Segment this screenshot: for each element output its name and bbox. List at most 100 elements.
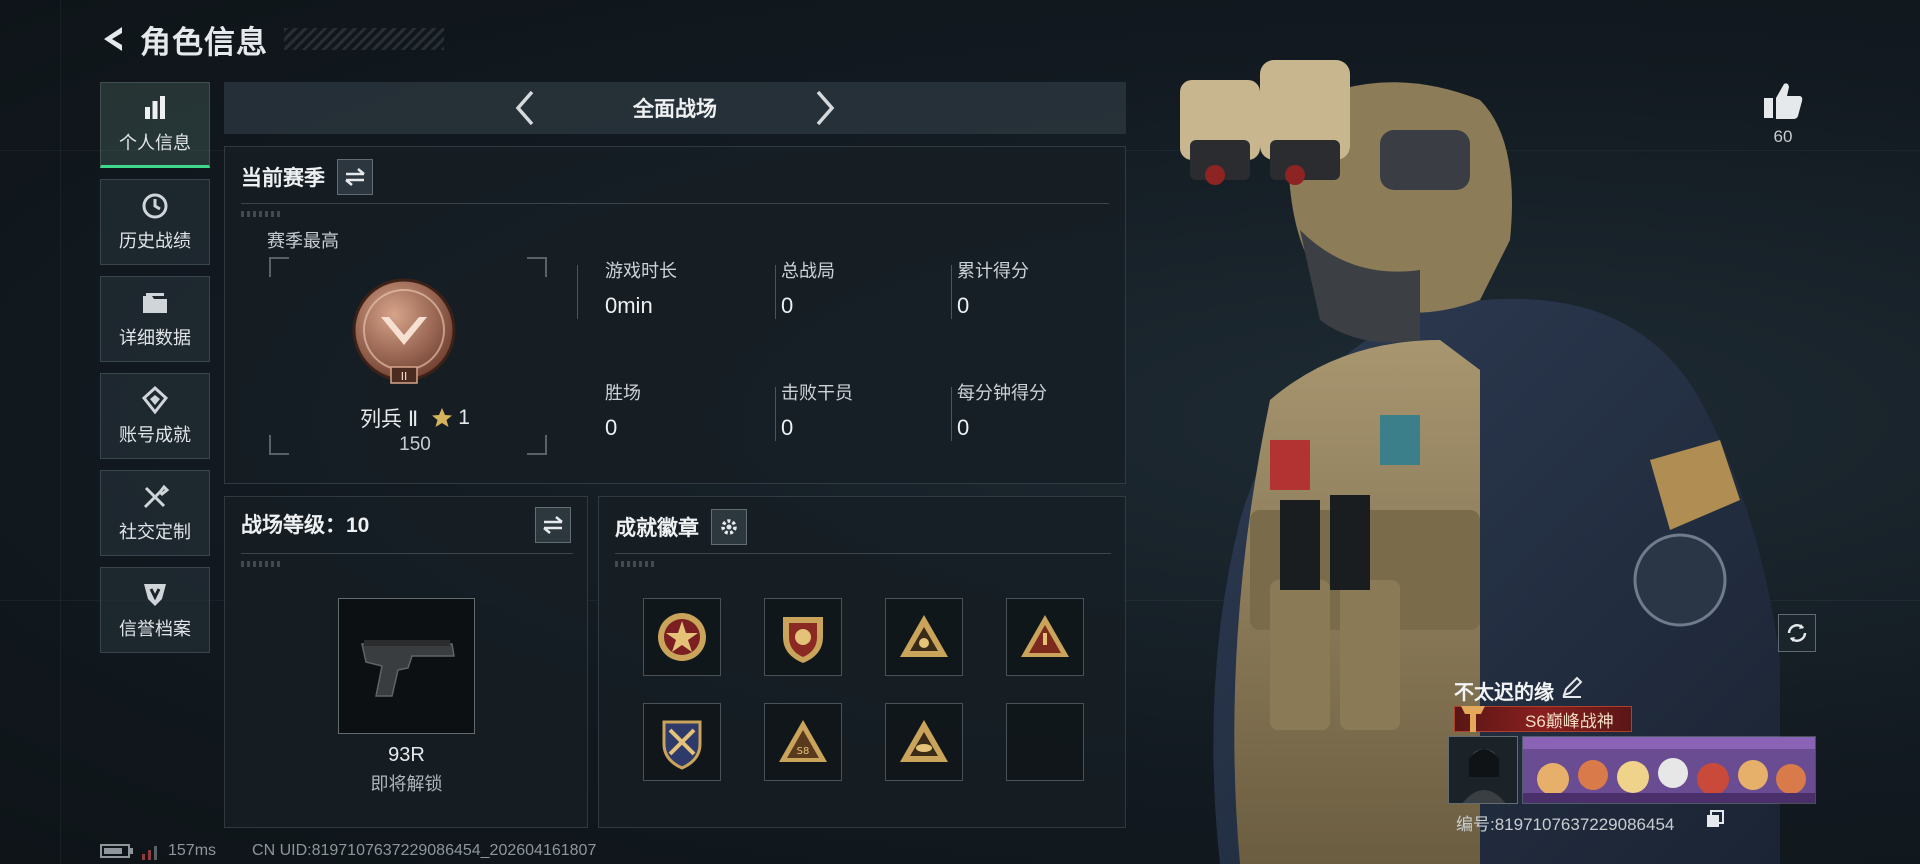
swap-icon	[345, 168, 365, 186]
edit-icon[interactable]	[1560, 675, 1584, 699]
chevron-right-icon	[816, 90, 835, 126]
stat-label: 每分钟得分	[957, 383, 1047, 403]
switch-level-button[interactable]	[535, 507, 571, 543]
triangle-emblem-icon	[900, 615, 948, 657]
achievement-badge[interactable]	[643, 703, 721, 781]
rank-emblem-icon: II	[352, 278, 456, 384]
nav-item-history[interactable]: 历史战绩	[100, 179, 210, 265]
ping-text: 157ms	[168, 842, 217, 859]
avatar[interactable]	[1448, 736, 1518, 804]
stat-value: 0	[957, 415, 970, 440]
frame-corner	[269, 257, 289, 277]
stat-label: 击败干员	[781, 383, 853, 403]
side-nav: 个人信息 历史战绩 详细数据 账号成就 社交定制 信誉档案	[100, 82, 210, 664]
rank-points: 150	[399, 434, 431, 455]
rotate-model-button[interactable]	[1778, 614, 1816, 652]
achievement-settings-button[interactable]	[711, 509, 747, 545]
achievement-badge[interactable]: S8	[764, 703, 842, 781]
star-icon	[432, 408, 453, 427]
svg-text:II: II	[401, 370, 408, 383]
back-arrow-icon	[104, 27, 122, 51]
switch-season-button[interactable]	[337, 159, 373, 195]
nav-item-detailed-data[interactable]: 详细数据	[100, 276, 210, 362]
triangle-eye-icon	[900, 720, 948, 762]
achievement-badge[interactable]	[885, 598, 963, 676]
stat-label: 游戏时长	[605, 261, 677, 281]
profile-banner[interactable]	[1522, 736, 1816, 804]
nav-label: 个人信息	[119, 133, 191, 153]
stat-total-score: 累计得分 0	[957, 257, 1127, 319]
swap-icon	[543, 516, 563, 534]
shield-crest-icon	[783, 617, 823, 663]
stat-separator	[775, 265, 776, 319]
nav-item-achievements[interactable]: 账号成就	[100, 373, 210, 459]
achievement-badge[interactable]	[764, 598, 842, 676]
stat-separator	[951, 265, 952, 319]
page-title: 角色信息	[140, 24, 268, 60]
achievement-badge[interactable]	[1006, 598, 1084, 676]
signal-icon	[142, 846, 157, 860]
stat-value: 0min	[605, 293, 653, 318]
nav-label: 历史战绩	[119, 231, 191, 251]
stat-value: 0	[781, 415, 794, 440]
stat-separator	[775, 387, 776, 441]
chevron-left-icon	[515, 90, 534, 126]
achievement-empty-slot[interactable]	[1006, 703, 1084, 781]
achievements-title: 成就徽章	[615, 517, 699, 540]
diamond-badge-icon	[141, 385, 169, 415]
stat-label: 累计得分	[957, 261, 1029, 281]
weapon-slot[interactable]	[338, 598, 475, 734]
title-stripe	[284, 28, 444, 50]
nav-label: 账号成就	[119, 425, 191, 445]
divider	[241, 203, 1109, 204]
prev-mode-button[interactable]	[508, 90, 542, 126]
rank-name-row: 列兵 Ⅱ 1	[225, 403, 605, 433]
stat-value: 0	[605, 415, 618, 440]
divider	[241, 553, 573, 554]
achievement-badge[interactable]	[885, 703, 963, 781]
copy-icon[interactable]	[1706, 810, 1724, 828]
frame-corner	[527, 257, 547, 277]
folder-icon	[143, 293, 167, 313]
rank-crest-icon	[1461, 706, 1485, 732]
nav-label: 信誉档案	[119, 619, 191, 639]
stat-label: 总战局	[781, 261, 835, 281]
player-title-text: S6巅峰战神	[1525, 711, 1614, 731]
uid-text: CN UID:8197107637229086454_202604161807	[252, 842, 597, 859]
stat-value: 0	[781, 293, 794, 318]
nav-item-social[interactable]: 社交定制	[100, 470, 210, 556]
player-name: 不太迟的缘	[1454, 682, 1554, 704]
status-footer: 157ms CN UID:8197107637229086454_2026041…	[100, 842, 596, 860]
pistol-icon	[360, 640, 455, 697]
stat-play-time: 游戏时长 0min	[605, 257, 775, 319]
next-mode-button[interactable]	[808, 90, 842, 126]
stat-separator	[951, 387, 952, 441]
gear-icon	[721, 519, 737, 535]
battery-icon	[100, 844, 133, 858]
bg-grid-line	[60, 0, 61, 864]
back-button[interactable]	[96, 22, 130, 56]
mode-selector: 全面战场	[224, 82, 1126, 134]
nav-label: 社交定制	[119, 522, 191, 542]
clock-icon	[142, 193, 168, 219]
stat-separator	[577, 265, 578, 319]
nav-item-credit[interactable]: 信誉档案	[100, 567, 210, 653]
deco-marks	[241, 211, 281, 217]
bar-chart-icon	[145, 96, 165, 119]
stat-label: 胜场	[605, 383, 641, 403]
achievement-badge[interactable]	[643, 598, 721, 676]
refresh-icon	[1787, 624, 1807, 642]
season-panel-header: 当前赛季	[241, 159, 373, 195]
triangle-warning-icon	[1021, 615, 1069, 657]
season-best-label: 赛季最高	[267, 231, 339, 251]
svg-text:S8: S8	[797, 746, 810, 757]
avatar-image	[1449, 737, 1517, 803]
divider	[615, 553, 1111, 554]
thumbs-up-icon[interactable]	[1760, 78, 1806, 124]
triangle-s8-icon: S8	[779, 720, 827, 762]
shield-check-icon	[144, 584, 166, 606]
nav-item-profile[interactable]: 个人信息	[100, 82, 210, 168]
rank-stars: 1	[458, 406, 470, 429]
stat-wins: 胜场 0	[605, 379, 775, 441]
weapon-name: 93R	[388, 744, 425, 766]
